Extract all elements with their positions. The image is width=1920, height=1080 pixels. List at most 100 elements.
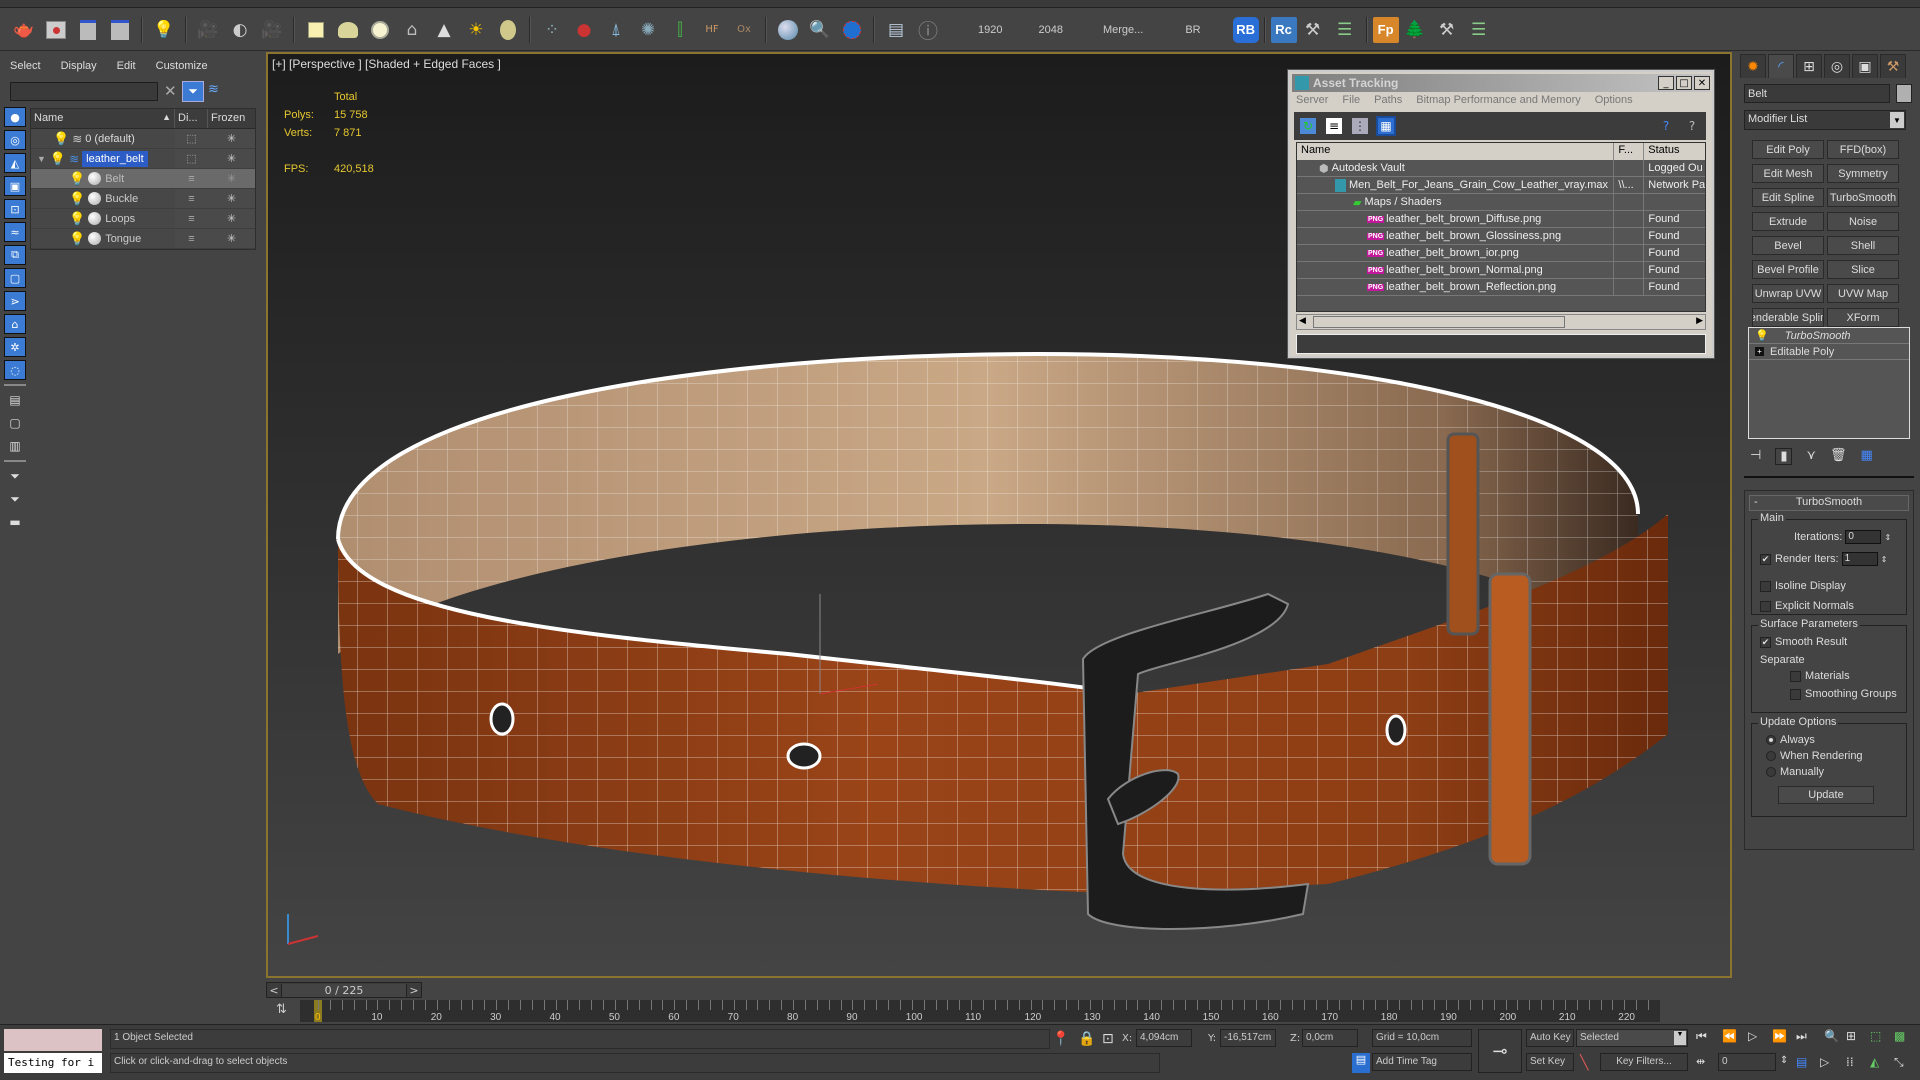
vray-proxy-icon[interactable]: ⌂ bbox=[398, 16, 426, 44]
configure-modifier-sets-icon[interactable]: ▦ bbox=[1861, 448, 1873, 465]
visibility-bulb-icon[interactable]: 💡 bbox=[69, 211, 85, 227]
help-icon[interactable]: ⓘ bbox=[914, 16, 942, 44]
set-keys-key-icon[interactable]: ⊸ bbox=[1478, 1029, 1522, 1073]
vray-stoch-icon[interactable]: ● bbox=[570, 16, 598, 44]
orbit-icon[interactable]: ◭ bbox=[1870, 1055, 1879, 1069]
res-width-button[interactable]: 1920 bbox=[978, 24, 1002, 36]
modifier-button[interactable]: Extrude bbox=[1752, 212, 1824, 231]
next-frame-icon[interactable]: ⏩ bbox=[1772, 1029, 1787, 1043]
visibility-bulb-icon[interactable]: 💡 bbox=[53, 131, 69, 147]
vray-vfb-icon[interactable] bbox=[838, 16, 866, 44]
tree-view-icon[interactable]: ⋮ bbox=[1352, 118, 1368, 134]
vray-instancer-icon[interactable]: ⁘ bbox=[538, 16, 566, 44]
add-time-tag-button[interactable]: Add Time Tag bbox=[1372, 1053, 1472, 1071]
modifier-button[interactable]: enderable Splin bbox=[1752, 308, 1824, 327]
containers-filter-icon[interactable]: ⌂ bbox=[4, 314, 26, 334]
selection-set-icon[interactable]: ▬ bbox=[4, 512, 26, 532]
lights-filter-icon[interactable]: ◭ bbox=[4, 153, 26, 173]
scroll-left-icon[interactable]: ◀ bbox=[1299, 316, 1306, 326]
make-unique-icon[interactable]: ⋎ bbox=[1806, 448, 1816, 465]
modifier-button[interactable]: TurboSmooth bbox=[1827, 188, 1899, 207]
field-of-view-icon[interactable]: ▷ bbox=[1820, 1055, 1829, 1069]
column-name[interactable]: Name ▲ bbox=[31, 109, 175, 128]
asset-row[interactable]: Men_Belt_For_Jeans_Grain_Cow_Leather_vra… bbox=[1297, 177, 1705, 194]
forest-icon[interactable]: 🌲 bbox=[1401, 16, 1429, 44]
column-full-path[interactable]: F... bbox=[1614, 143, 1645, 160]
maxscript-listener-output[interactable] bbox=[4, 1029, 102, 1051]
visibility-bulb-icon[interactable]: 💡 bbox=[69, 171, 85, 187]
merge-button[interactable]: Merge... bbox=[1103, 24, 1143, 36]
layers-toggle-icon[interactable]: ≋ bbox=[208, 82, 219, 97]
minimize-button[interactable]: _ bbox=[1658, 76, 1674, 90]
filter-settings-icon[interactable]: ⏷ bbox=[4, 489, 26, 509]
walk-through-icon[interactable]: ⁞⁞ bbox=[1846, 1055, 1854, 1069]
show-end-result-icon[interactable]: ▮ bbox=[1775, 448, 1793, 465]
modifier-button[interactable]: Symmetry bbox=[1827, 164, 1899, 183]
absolute-mode-icon[interactable]: ⊡ bbox=[1102, 1031, 1114, 1047]
frozen-filter-icon[interactable]: ✲ bbox=[4, 337, 26, 357]
remove-modifier-icon[interactable]: 🗑 bbox=[1830, 448, 1847, 465]
vray-material-icon[interactable] bbox=[774, 16, 802, 44]
menu-display[interactable]: Display bbox=[61, 60, 97, 72]
horizontal-scrollbar[interactable]: ◀ ▶ bbox=[1296, 314, 1706, 330]
update-button[interactable]: Update bbox=[1778, 786, 1874, 804]
close-button[interactable]: ✕ bbox=[1694, 76, 1710, 90]
vray-sun-icon[interactable]: ☀ bbox=[462, 16, 490, 44]
modifier-button[interactable]: Slice bbox=[1827, 260, 1899, 279]
z-coordinate-field[interactable]: 0,0cm bbox=[1302, 1029, 1358, 1047]
asset-row[interactable]: PNG leather_belt_brown_Reflection.png Fou… bbox=[1297, 279, 1705, 296]
groups-filter-icon[interactable]: ⧉ bbox=[4, 245, 26, 265]
modifier-button[interactable]: UVW Map bbox=[1827, 284, 1899, 303]
key-tangent-icon[interactable]: ╲ bbox=[1580, 1055, 1588, 1071]
next-frame-button[interactable]: > bbox=[407, 984, 421, 997]
frame-spinner-icon[interactable]: ⇕ bbox=[1780, 1055, 1788, 1066]
help-icon[interactable]: ? bbox=[1658, 118, 1674, 134]
res-height-button[interactable]: 2048 bbox=[1038, 24, 1062, 36]
asset-browser-icon[interactable]: 🔍 bbox=[806, 16, 834, 44]
box-display-icon[interactable]: ⬚ bbox=[175, 129, 208, 148]
table-row[interactable]: 💡 Loops ≡ ✳ bbox=[31, 209, 255, 229]
column-frozen[interactable]: Frozen bbox=[208, 109, 255, 128]
table-row[interactable]: 💡 ≋ 0 (default) ⬚ ✳ bbox=[31, 129, 255, 149]
asset-row[interactable]: PNG leather_belt_brown_Glossiness.png Fou… bbox=[1297, 228, 1705, 245]
asset-row[interactable]: PNG leather_belt_brown_Diffuse.png Found bbox=[1297, 211, 1705, 228]
vray-light-sphere-icon[interactable] bbox=[366, 16, 394, 44]
camera-target-icon[interactable]: ◐ bbox=[226, 16, 254, 44]
time-configuration-icon[interactable]: ▤ bbox=[1796, 1055, 1807, 1069]
br-button[interactable]: BR bbox=[1185, 24, 1200, 36]
freeze-icon[interactable]: ✳ bbox=[208, 209, 255, 228]
list-view-icon[interactable]: ≡ bbox=[1326, 118, 1342, 134]
always-radio[interactable] bbox=[1766, 735, 1776, 746]
create-tab-icon[interactable]: ✹ bbox=[1740, 54, 1766, 78]
freeze-icon[interactable]: ✳ bbox=[208, 129, 255, 148]
modifier-button[interactable]: FFD(box) bbox=[1827, 140, 1899, 159]
vray-ies-icon[interactable] bbox=[494, 16, 522, 44]
prev-frame-button[interactable]: < bbox=[267, 984, 281, 997]
x-coordinate-field[interactable]: 4,094cm bbox=[1136, 1029, 1192, 1047]
vray-ox-icon[interactable]: Ox bbox=[730, 16, 758, 44]
utilities-tab-icon[interactable]: ⚒ bbox=[1880, 54, 1906, 78]
rc-button[interactable]: Rc bbox=[1270, 16, 1297, 43]
asset-row[interactable]: ⬢ Autodesk Vault Logged Ou bbox=[1297, 160, 1705, 177]
set-key-button[interactable]: Set Key bbox=[1526, 1053, 1574, 1071]
asset-row[interactable]: PNG leather_belt_brown_ior.png Found bbox=[1297, 245, 1705, 262]
play-icon[interactable]: ▷ bbox=[1748, 1029, 1757, 1043]
display-icon[interactable]: ≡ bbox=[175, 169, 208, 188]
render-setup-icon[interactable] bbox=[74, 16, 102, 44]
menu-customize[interactable]: Customize bbox=[156, 60, 208, 72]
menu-server[interactable]: Server bbox=[1296, 94, 1328, 106]
helpers-filter-icon[interactable]: ⊡ bbox=[4, 199, 26, 219]
filter-icon[interactable]: ⏷ bbox=[182, 81, 204, 102]
menu-select[interactable]: Select bbox=[10, 60, 41, 72]
maxscript-input[interactable]: Testing for i bbox=[4, 1053, 102, 1073]
time-tag-icon[interactable]: ▤ bbox=[1352, 1053, 1370, 1073]
shapes-filter-icon[interactable]: ◎ bbox=[4, 130, 26, 150]
frame-counter[interactable]: 0 / 225 bbox=[281, 983, 407, 997]
visibility-bulb-icon[interactable]: 💡 bbox=[50, 151, 66, 167]
camera-icon[interactable]: 🎥 bbox=[194, 16, 222, 44]
help-off-icon[interactable]: ? bbox=[1684, 118, 1700, 134]
table-view-icon[interactable]: ▦ bbox=[1376, 116, 1396, 136]
freeze-icon[interactable]: ✳ bbox=[208, 169, 255, 188]
menu-paths[interactable]: Paths bbox=[1374, 94, 1402, 106]
zoom-all-icon[interactable]: ⊞ bbox=[1846, 1029, 1856, 1043]
